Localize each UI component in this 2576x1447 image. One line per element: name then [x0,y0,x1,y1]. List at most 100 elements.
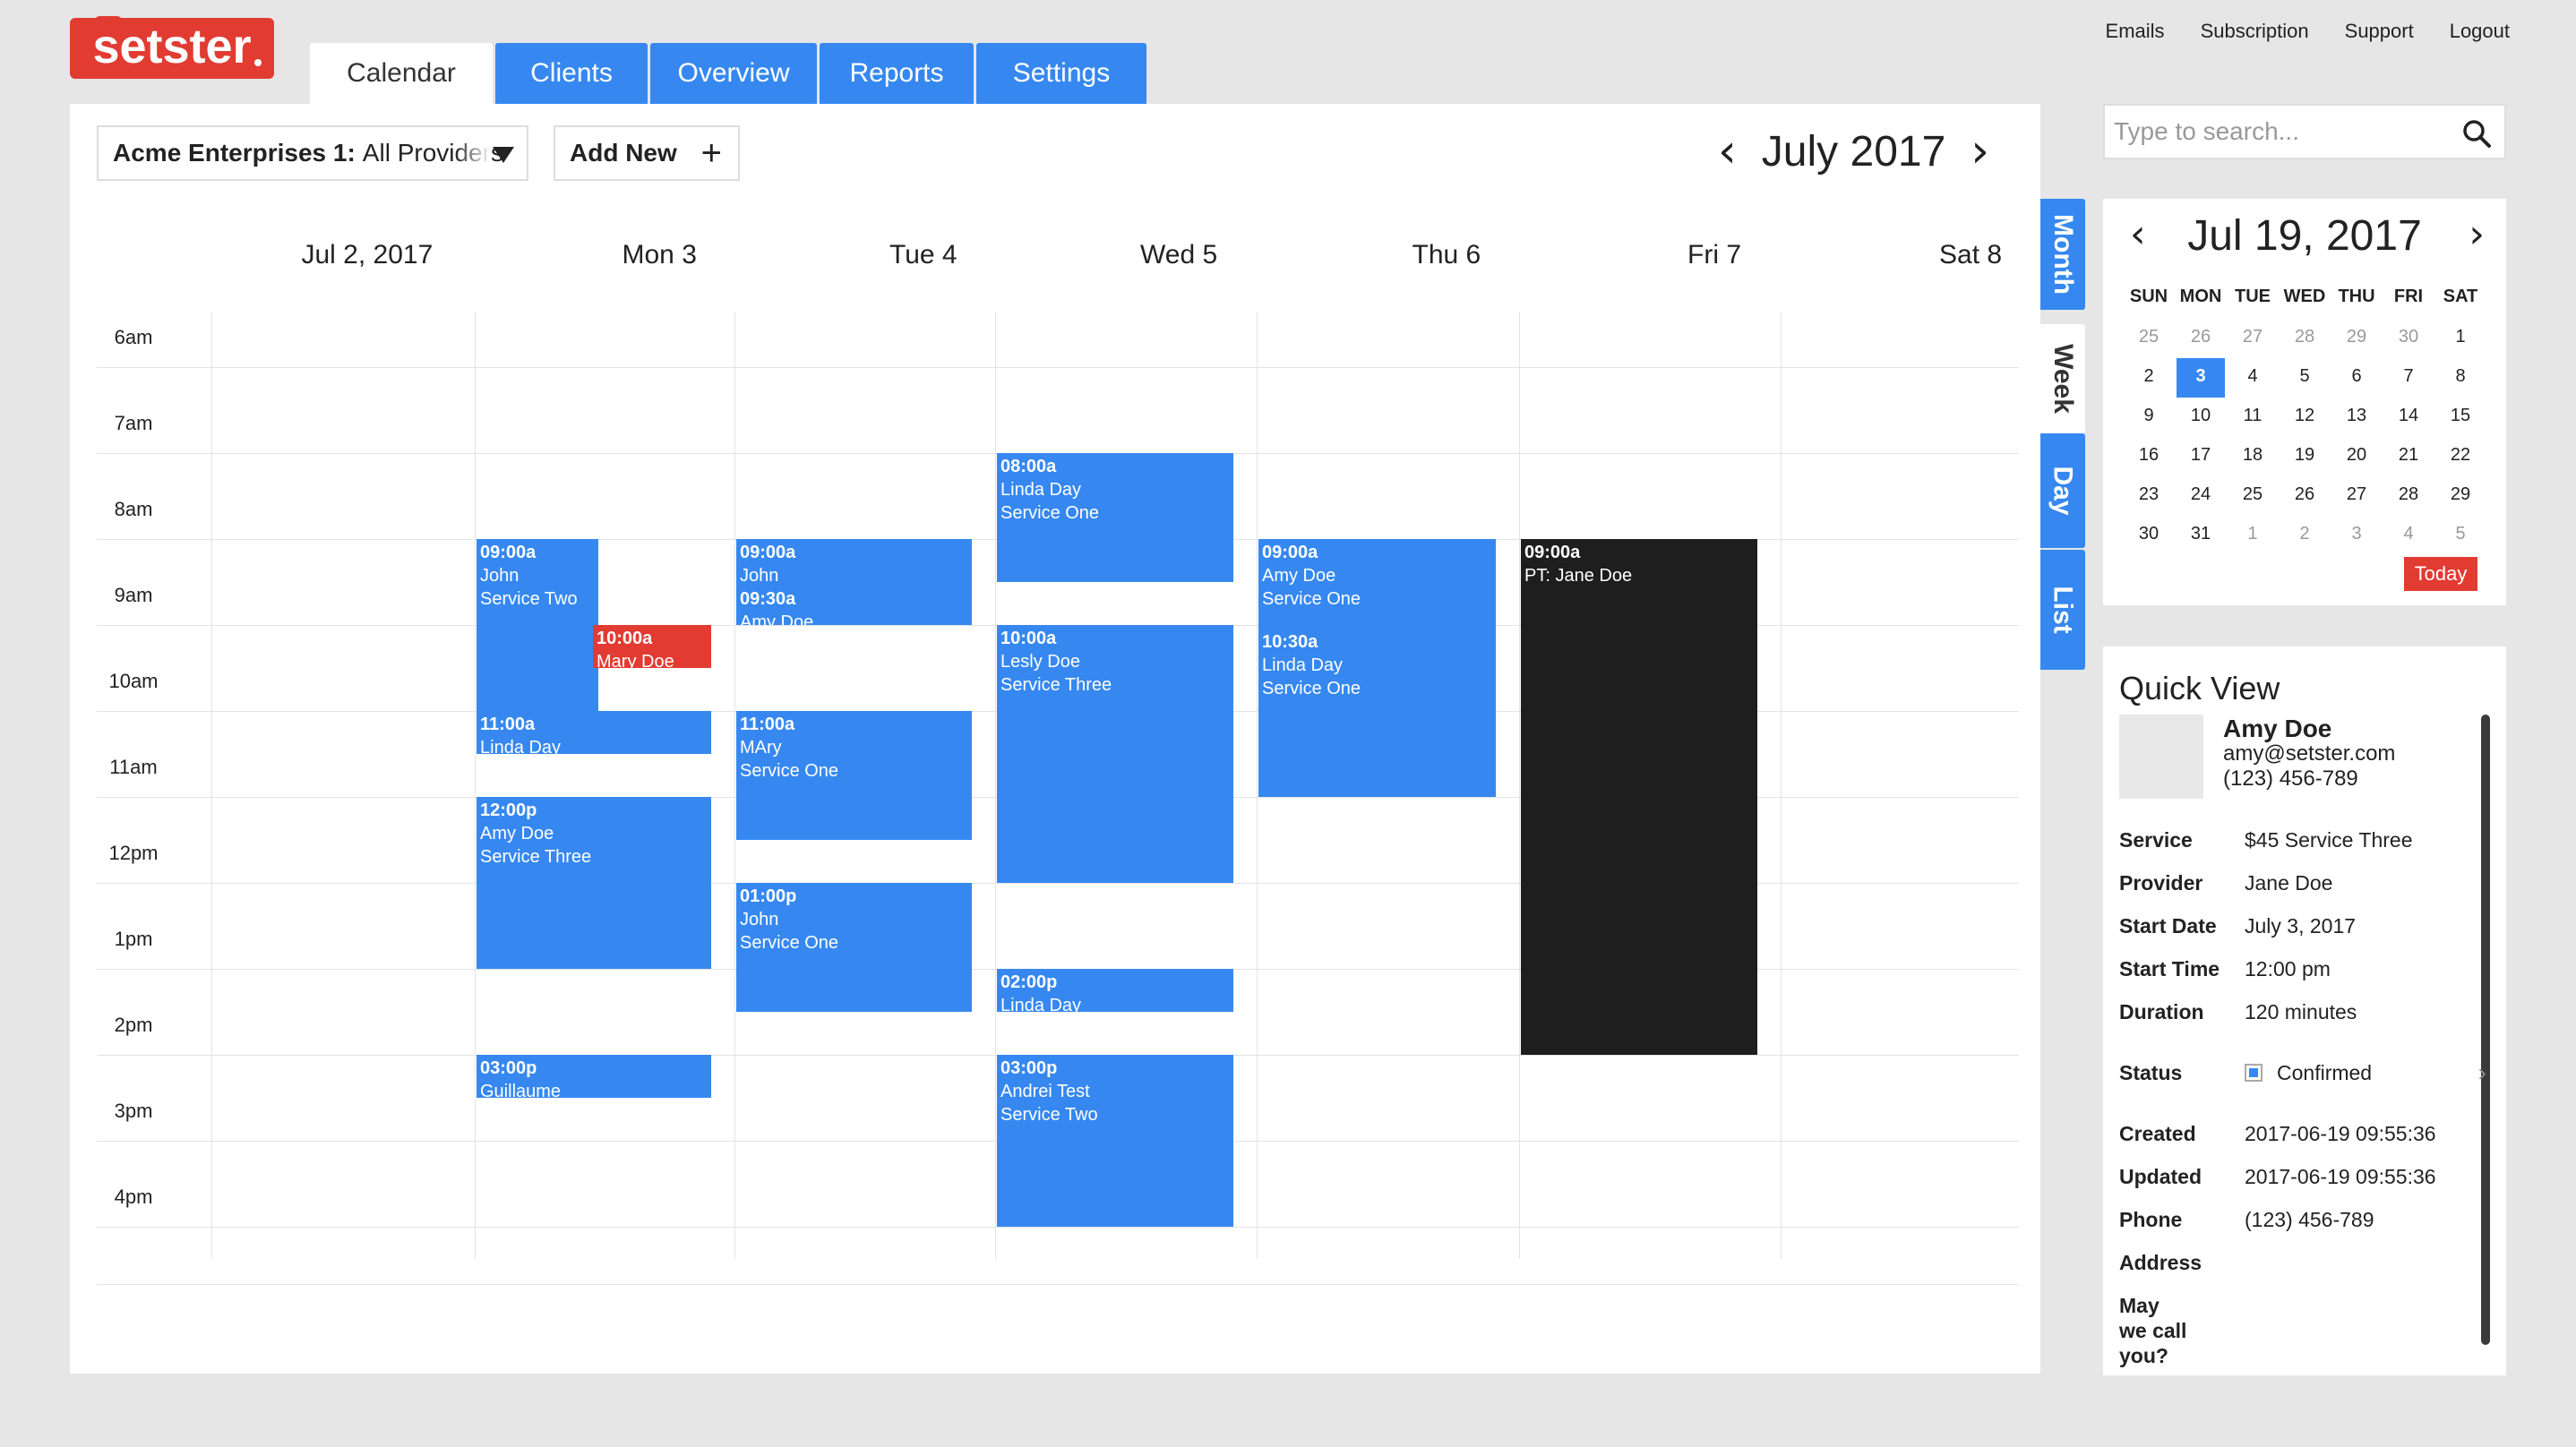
event-text: Andrei Test [1000,1082,1090,1101]
toplink-subscription[interactable]: Subscription [2201,20,2309,43]
mini-prev-chevron-icon[interactable]: ‹ [2130,215,2146,254]
mini-date[interactable]: 15 [2434,398,2486,437]
mini-date[interactable]: 5 [2434,516,2486,555]
search-icon[interactable] [2461,118,2492,149]
calendar-event[interactable]: 03:00p Guillaume [477,1055,711,1098]
mini-date[interactable]: 19 [2279,437,2331,476]
mini-date[interactable]: 9 [2123,398,2175,437]
day-headers: Jul 2, 2017 Mon 3 Tue 4 Wed 5 Thu 6 Fri 7 Sat … [70,240,2040,276]
calendar-event[interactable]: 10:00a Lesly Doe Service Three [997,625,1233,883]
event-text: Service One [1262,679,1361,698]
event-time: 12:00p [480,801,537,820]
tab-settings[interactable]: Settings [976,43,1146,104]
calendar-event[interactable]: 12:00p Amy Doe Service Three [477,797,711,969]
mini-date[interactable]: 8 [2434,358,2486,398]
day-header[interactable]: Tue 4 [889,240,957,270]
calendar-event[interactable]: 01:00p John Service One [736,883,972,1012]
mini-date[interactable]: 7 [2383,358,2434,398]
next-month-chevron-icon[interactable]: › [1971,128,1989,175]
chevron-right-icon[interactable]: › [2478,1058,2486,1087]
mini-date[interactable]: 12 [2279,398,2331,437]
view-tab-week[interactable]: Week [2040,324,2085,433]
calendar-event[interactable]: 11:00a Linda Day [477,711,711,754]
prev-month-chevron-icon[interactable]: ‹ [1718,128,1737,175]
event-text: Mary Doe [597,652,674,668]
view-tab-list[interactable]: List [2040,550,2085,670]
mini-calendar: Jul 19, 2017 ‹ › SUN MON TUE WED THU FRI SAT 2… [2103,199,2506,605]
event-text: John [740,910,779,929]
mini-date[interactable]: 26 [2279,476,2331,516]
quick-view-scrollbar[interactable] [2481,715,2490,1345]
calendar-event[interactable]: 09:00a PT: Jane Doe [1521,539,1757,1055]
mini-date[interactable]: 30 [2383,319,2434,358]
mini-date[interactable]: 20 [2331,437,2383,476]
mini-date[interactable]: 5 [2279,358,2331,398]
mini-date[interactable]: 21 [2383,437,2434,476]
day-header[interactable]: Jul 2, 2017 [302,240,434,270]
mini-date[interactable]: 6 [2331,358,2383,398]
mini-date[interactable]: 22 [2434,437,2486,476]
mini-date[interactable]: 23 [2123,476,2175,516]
mini-date[interactable]: 28 [2383,476,2434,516]
mini-date[interactable]: 29 [2434,476,2486,516]
mini-date[interactable]: 30 [2123,516,2175,555]
tab-clients[interactable]: Clients [495,43,648,104]
mini-date[interactable]: 17 [2175,437,2227,476]
mini-date[interactable]: 26 [2175,319,2227,358]
calendar-event[interactable]: 02:00p Linda Day [997,969,1233,1012]
add-new-button[interactable]: Add New + [554,125,740,181]
calendar-event[interactable]: 08:00a Linda Day Service One [997,453,1233,582]
tab-reports[interactable]: Reports [820,43,974,104]
calendar-event[interactable]: 09:00a John 09:30a Amy Doe [736,539,972,625]
toplink-emails[interactable]: Emails [2106,20,2165,43]
mini-date[interactable]: 25 [2123,319,2175,358]
calendar-event[interactable]: 11:00a MAry Service One [736,711,972,840]
mini-date[interactable]: 2 [2279,516,2331,555]
mini-date[interactable]: 24 [2175,476,2227,516]
event-text: Amy Doe [480,824,554,843]
mini-date[interactable]: 25 [2227,476,2279,516]
calendar-event[interactable]: 09:00a John Service Two [477,539,598,711]
mini-date[interactable]: 14 [2383,398,2434,437]
mini-date[interactable]: 18 [2227,437,2279,476]
view-tab-day[interactable]: Day [2040,433,2085,548]
mini-date[interactable]: 11 [2227,398,2279,437]
mini-date[interactable]: 1 [2434,319,2486,358]
day-header[interactable]: Fri 7 [1687,240,1741,270]
day-header[interactable]: Thu 6 [1413,240,1481,270]
view-tab-month[interactable]: Month [2040,199,2085,310]
mini-date[interactable]: 3 [2331,516,2383,555]
setster-logo[interactable]: setster [70,18,274,79]
mini-date[interactable]: 4 [2383,516,2434,555]
mini-date[interactable]: 27 [2331,476,2383,516]
mini-date[interactable]: 29 [2331,319,2383,358]
day-header[interactable]: Sat 8 [1939,240,2002,270]
tab-calendar[interactable]: Calendar [310,43,493,104]
calendar-event[interactable]: 09:00a Amy Doe Service One 10:30a Linda Day S… [1258,539,1496,797]
day-header[interactable]: Wed 5 [1140,240,1217,270]
mini-date[interactable]: 28 [2279,319,2331,358]
tab-overview[interactable]: Overview [650,43,817,104]
hour-label: 6am [114,326,153,348]
mini-date[interactable]: 16 [2123,437,2175,476]
search-input[interactable] [2114,117,2454,146]
mini-date[interactable]: 2 [2123,358,2175,398]
mini-date[interactable]: 10 [2175,398,2227,437]
mini-date[interactable]: 31 [2175,516,2227,555]
toplink-logout[interactable]: Logout [2450,20,2510,43]
mini-date[interactable]: 3 [2177,358,2225,398]
toplink-support[interactable]: Support [2345,20,2414,43]
event-text: Linda Day [1262,655,1344,675]
provider-select[interactable]: Acme Enterprises 1: All Providers [97,125,528,181]
calendar-event[interactable]: 03:00p Andrei Test Service Two [997,1055,1233,1227]
mini-date[interactable]: 4 [2227,358,2279,398]
mini-date[interactable]: 1 [2227,516,2279,555]
mini-date[interactable]: 27 [2227,319,2279,358]
mini-weekday: SAT [2443,287,2478,306]
mini-next-chevron-icon[interactable]: › [2469,215,2485,254]
mini-date[interactable]: 13 [2331,398,2383,437]
today-button[interactable]: Today [2404,557,2477,591]
calendar-event[interactable]: 10:00a Mary Doe [593,625,711,668]
status-checkbox-icon[interactable] [2245,1064,2263,1082]
day-header[interactable]: Mon 3 [623,240,697,270]
